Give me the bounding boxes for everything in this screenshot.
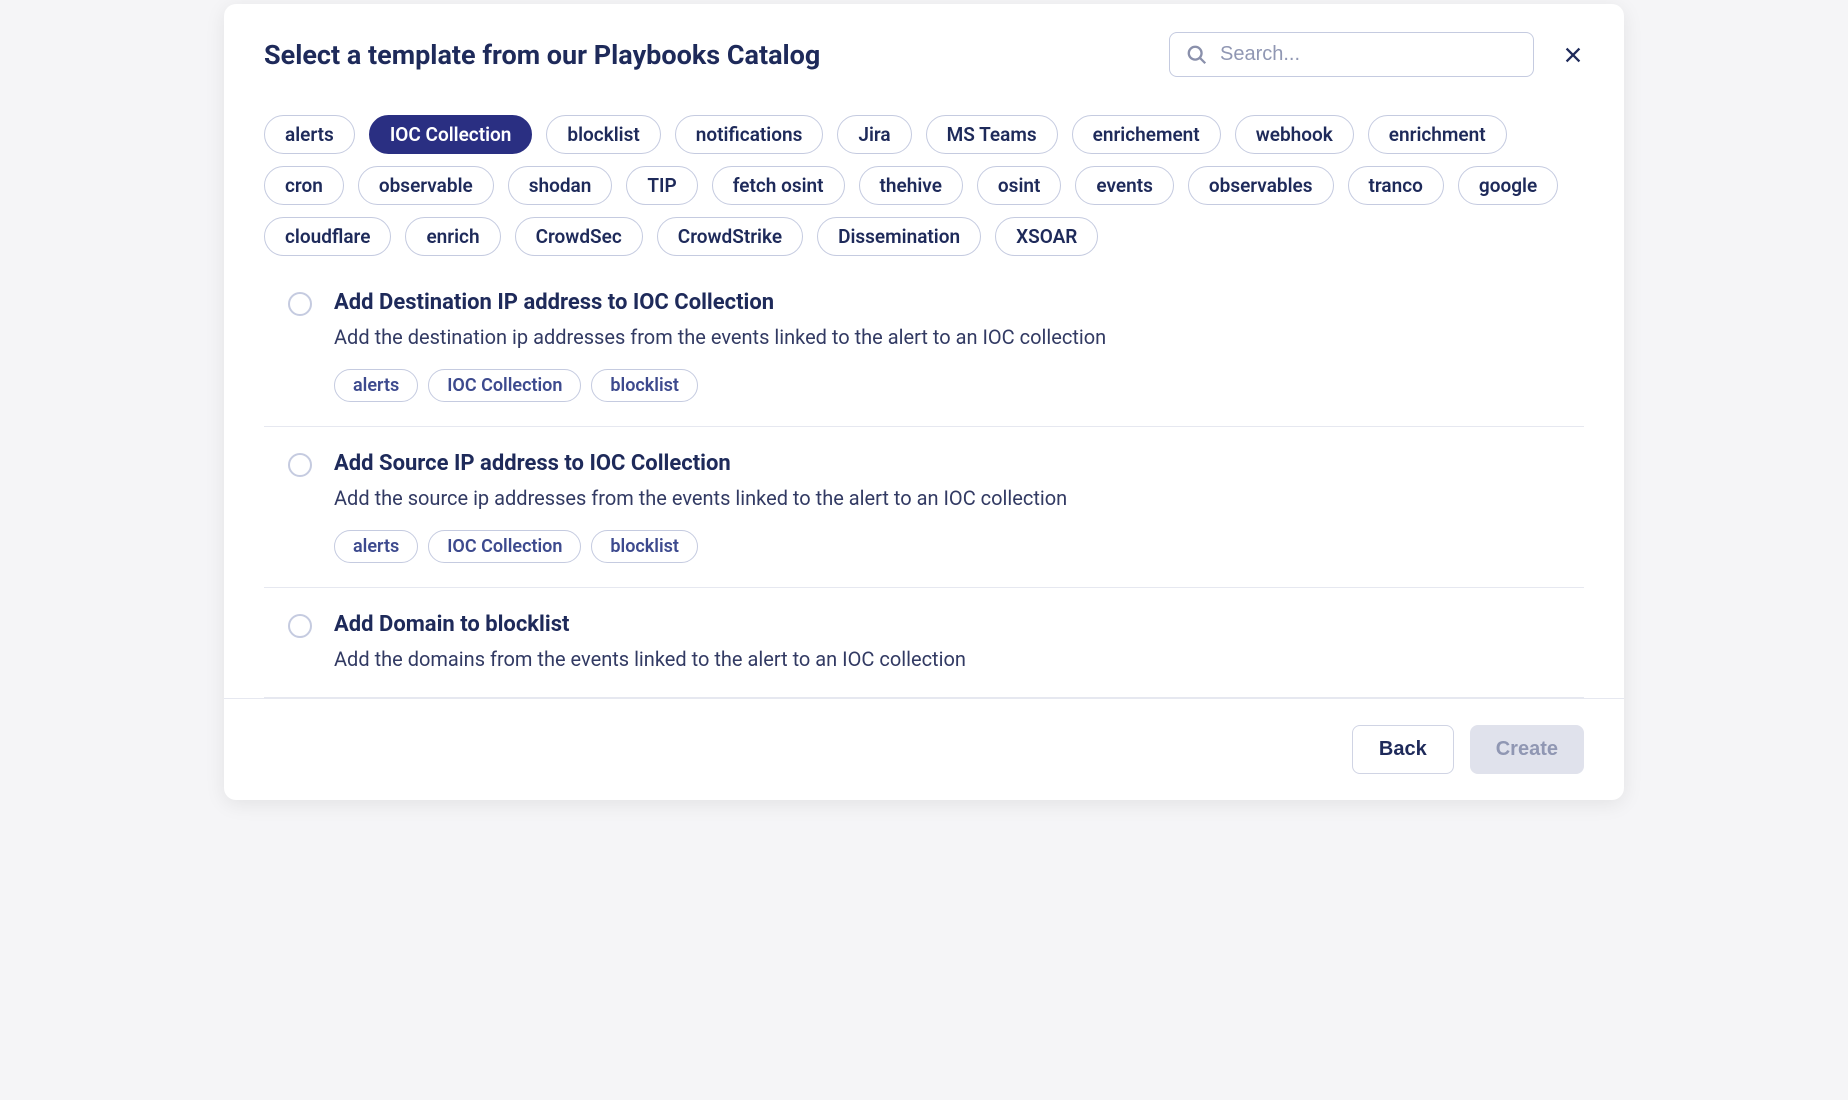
filter-tag[interactable]: XSOAR <box>995 217 1098 256</box>
filter-tag[interactable]: observables <box>1188 166 1334 205</box>
template-content: Add Source IP address to IOC Collection A… <box>334 451 1584 563</box>
template-list: Add Destination IP address to IOC Collec… <box>224 266 1624 698</box>
back-button[interactable]: Back <box>1352 725 1454 774</box>
create-button[interactable]: Create <box>1470 725 1584 774</box>
filter-tag[interactable]: notifications <box>675 115 824 154</box>
template-content: Add Domain to blocklist Add the domains f… <box>334 612 1584 673</box>
filter-tags-section: alerts IOC Collection blocklist notificatio… <box>224 97 1624 266</box>
playbook-template-modal: Select a template from our Playbooks Cat… <box>224 4 1624 800</box>
template-title: Add Destination IP address to IOC Collec… <box>334 290 1584 315</box>
close-button[interactable] <box>1562 44 1584 66</box>
template-description: Add the source ip addresses from the eve… <box>334 484 1584 512</box>
template-item: Add Domain to blocklist Add the domains f… <box>264 588 1584 698</box>
header-right <box>1169 32 1584 77</box>
template-tag: blocklist <box>591 369 698 402</box>
filter-tag[interactable]: events <box>1075 166 1174 205</box>
template-item: Add Source IP address to IOC Collection A… <box>264 427 1584 588</box>
filter-tag[interactable]: enrich <box>405 217 500 256</box>
filter-tag[interactable]: google <box>1458 166 1558 205</box>
template-tag: alerts <box>334 530 418 563</box>
filter-tag[interactable]: cron <box>264 166 344 205</box>
filter-tag[interactable]: thehive <box>859 166 963 205</box>
filter-tag[interactable]: enrichment <box>1368 115 1507 154</box>
filter-tag[interactable]: TIP <box>626 166 697 205</box>
template-tags: alerts IOC Collection blocklist <box>334 530 1584 563</box>
search-box[interactable] <box>1169 32 1534 77</box>
filter-tag[interactable]: MS Teams <box>926 115 1058 154</box>
template-title: Add Domain to blocklist <box>334 612 1584 637</box>
filter-tag[interactable]: Dissemination <box>817 217 981 256</box>
template-tag: alerts <box>334 369 418 402</box>
filter-tag[interactable]: CrowdSec <box>515 217 643 256</box>
template-tag: blocklist <box>591 530 698 563</box>
modal-footer: Back Create <box>224 698 1624 800</box>
filter-tag[interactable]: cloudflare <box>264 217 391 256</box>
modal-header: Select a template from our Playbooks Cat… <box>224 4 1624 97</box>
template-content: Add Destination IP address to IOC Collec… <box>334 290 1584 402</box>
template-radio[interactable] <box>288 292 312 316</box>
template-tags: alerts IOC Collection blocklist <box>334 369 1584 402</box>
template-title: Add Source IP address to IOC Collection <box>334 451 1584 476</box>
filter-tag[interactable]: IOC Collection <box>369 115 533 154</box>
filter-tag[interactable]: CrowdStrike <box>657 217 803 256</box>
search-icon <box>1186 44 1208 66</box>
search-input[interactable] <box>1220 43 1517 66</box>
filter-tag[interactable]: observable <box>358 166 494 205</box>
close-icon <box>1562 44 1584 66</box>
filter-tag[interactable]: enrichement <box>1072 115 1221 154</box>
filter-tag[interactable]: Jira <box>837 115 911 154</box>
template-item: Add Destination IP address to IOC Collec… <box>264 266 1584 427</box>
template-description: Add the destination ip addresses from th… <box>334 323 1584 351</box>
filter-tag[interactable]: blocklist <box>546 115 660 154</box>
filter-tag[interactable]: osint <box>977 166 1061 205</box>
filter-tag[interactable]: fetch osint <box>712 166 845 205</box>
modal-title: Select a template from our Playbooks Cat… <box>264 39 820 71</box>
template-tag: IOC Collection <box>428 369 581 402</box>
filter-tag[interactable]: tranco <box>1348 166 1444 205</box>
filter-tag[interactable]: shodan <box>508 166 613 205</box>
template-radio[interactable] <box>288 453 312 477</box>
template-radio[interactable] <box>288 614 312 638</box>
filter-tag[interactable]: webhook <box>1235 115 1354 154</box>
template-description: Add the domains from the events linked t… <box>334 645 1584 673</box>
template-tag: IOC Collection <box>428 530 581 563</box>
filter-tag[interactable]: alerts <box>264 115 355 154</box>
